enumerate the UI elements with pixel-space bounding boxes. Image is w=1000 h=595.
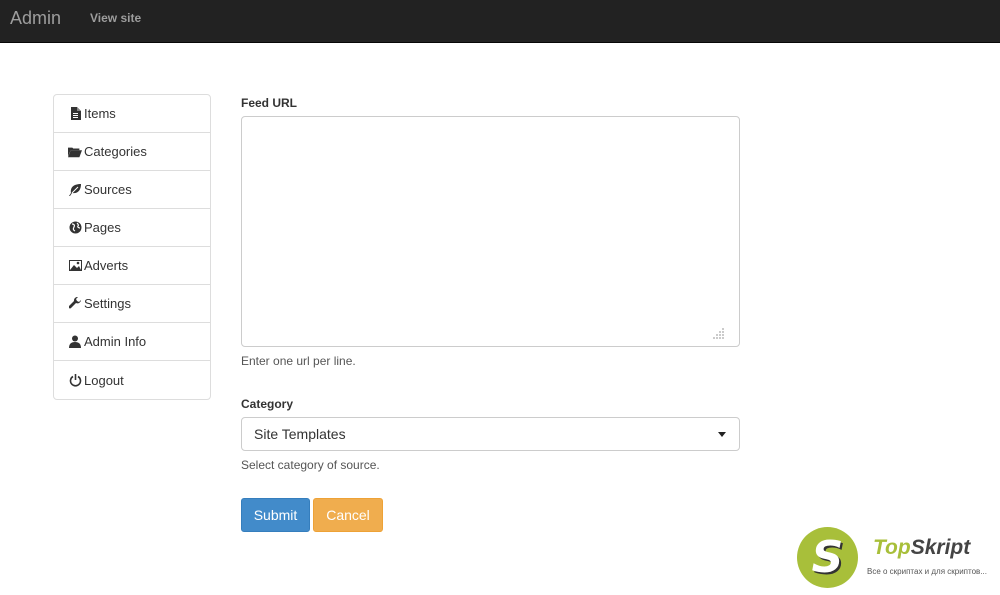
sidebar-item-label: Items — [84, 106, 116, 121]
sidebar-item-pages[interactable]: Pages — [54, 209, 210, 247]
top-navbar: Admin View site — [0, 0, 1000, 43]
sidebar-item-label: Settings — [84, 296, 131, 311]
sidebar-item-items[interactable]: Items — [54, 95, 210, 133]
category-help-text: Select category of source. — [241, 458, 380, 472]
picture-icon — [68, 259, 82, 273]
sidebar-item-label: Adverts — [84, 258, 129, 273]
cancel-button[interactable]: Cancel — [313, 498, 383, 532]
watermark-title-part1: Top — [873, 536, 911, 559]
sidebar-item-adverts[interactable]: Adverts — [54, 247, 210, 285]
sidebar-menu: Items Categories Sources Pages Adverts S… — [53, 94, 211, 400]
sidebar-item-admin-info[interactable]: Admin Info — [54, 323, 210, 361]
view-site-link[interactable]: View site — [90, 11, 141, 25]
user-icon — [68, 335, 82, 349]
watermark-title: TopSkript — [873, 536, 970, 560]
sidebar-item-settings[interactable]: Settings — [54, 285, 210, 323]
category-selected-value: Site Templates — [254, 426, 346, 442]
power-icon — [68, 373, 82, 387]
sidebar-item-categories[interactable]: Categories — [54, 133, 210, 171]
sidebar-item-label: Logout — [84, 372, 124, 388]
feed-url-help-text: Enter one url per line. — [241, 354, 356, 368]
watermark-title-part2: Skript — [910, 536, 971, 559]
category-select[interactable]: Site Templates — [241, 417, 740, 451]
globe-icon — [68, 221, 82, 235]
chevron-down-icon — [718, 432, 726, 437]
feed-url-label: Feed URL — [241, 96, 298, 110]
watermark-subtitle: Все о скриптах и для скриптов... — [867, 567, 987, 576]
submit-button[interactable]: Submit — [241, 498, 310, 532]
resize-grip-icon[interactable] — [713, 327, 725, 339]
leaf-icon — [68, 183, 82, 197]
category-label: Category — [241, 397, 294, 411]
wrench-icon — [68, 297, 82, 311]
logo-letter: S — [811, 531, 844, 583]
sidebar-item-logout[interactable]: Logout — [54, 361, 210, 399]
file-icon — [68, 107, 82, 121]
feed-url-textarea[interactable] — [241, 116, 740, 347]
folder-open-icon — [68, 145, 82, 159]
sidebar-item-sources[interactable]: Sources — [54, 171, 210, 209]
brand-link[interactable]: Admin — [10, 8, 61, 29]
topskript-watermark: S TopSkript Все о скриптах и для скрипто… — [797, 527, 997, 589]
sidebar-item-label: Sources — [84, 182, 132, 197]
topskript-logo: S — [797, 527, 858, 588]
sidebar-item-label: Pages — [84, 220, 121, 235]
sidebar-item-label: Categories — [84, 144, 147, 159]
sidebar-item-label: Admin Info — [84, 334, 147, 349]
